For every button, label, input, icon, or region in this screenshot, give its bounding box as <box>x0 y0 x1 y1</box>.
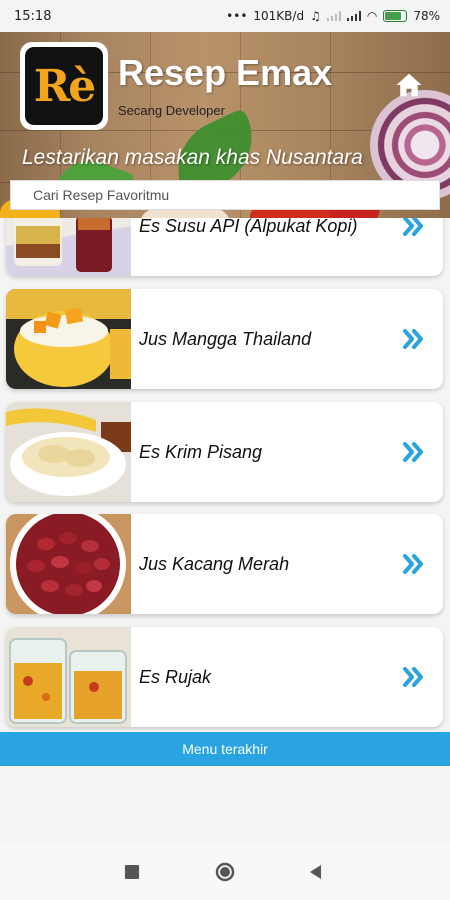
recipe-card[interactable]: Es Rujak <box>6 627 443 727</box>
tagline: Lestarikan masakan khas Nusantara <box>22 146 363 169</box>
battery-icon <box>383 10 408 22</box>
home-icon[interactable] <box>394 70 424 100</box>
double-chevron-right-icon[interactable] <box>403 328 425 350</box>
triangle-icon[interactable] <box>306 862 326 882</box>
recipe-card[interactable]: Es Krim Pisang <box>6 402 443 502</box>
status-time: 15:18 <box>14 8 52 24</box>
app-title: Resep Emax <box>118 52 333 93</box>
recipe-list[interactable]: Es Susu API (Alpukat Kopi) Jus Mangga Th… <box>0 218 450 730</box>
developer-name: Secang Developer <box>118 103 225 118</box>
recipe-card[interactable]: Jus Mangga Thailand <box>6 289 443 389</box>
battery-level: 78% <box>413 9 440 23</box>
fruit-salad-ice-thumbnail <box>6 627 131 727</box>
status-bar: 15:18 ••• 101KB/d ♫ ◠ 78% <box>0 0 450 32</box>
square-icon[interactable] <box>122 862 142 882</box>
recipe-title: Es Susu API (Alpukat Kopi) <box>139 218 358 236</box>
network-speed: 101KB/d <box>253 9 305 23</box>
signal-icon-1 <box>326 11 341 21</box>
mango-juice-thumbnail <box>6 289 131 389</box>
app-logo: Rè <box>20 42 108 130</box>
logo-text: Rè <box>25 47 103 125</box>
avocado-coffee-thumbnail <box>6 218 131 276</box>
double-chevron-right-icon[interactable] <box>403 218 425 237</box>
banana-ice-cream-thumbnail <box>6 402 131 502</box>
status-dots: ••• <box>226 9 248 23</box>
recipe-title: Jus Mangga Thailand <box>139 329 312 349</box>
search-input[interactable] <box>10 180 440 210</box>
recent-menu-button[interactable]: Menu terakhir <box>0 732 450 766</box>
recipe-card[interactable]: Jus Kacang Merah <box>6 514 443 614</box>
recipe-title: Es Rujak <box>139 667 212 687</box>
double-chevron-right-icon[interactable] <box>403 441 425 463</box>
double-chevron-right-icon[interactable] <box>403 666 425 688</box>
recipe-card[interactable]: Es Susu API (Alpukat Kopi) <box>6 218 443 276</box>
recipe-title: Es Krim Pisang <box>139 442 263 462</box>
circle-icon[interactable] <box>215 862 235 882</box>
double-chevron-right-icon[interactable] <box>403 553 425 575</box>
signal-icon-2 <box>346 11 361 21</box>
status-icons: ••• 101KB/d ♫ ◠ 78% <box>226 9 440 23</box>
headphone-icon: ♫ <box>310 9 321 23</box>
recipe-title: Jus Kacang Merah <box>139 554 290 574</box>
system-nav-bar <box>0 842 450 900</box>
wifi-icon: ◠ <box>366 9 378 23</box>
red-beans-thumbnail <box>6 514 131 614</box>
